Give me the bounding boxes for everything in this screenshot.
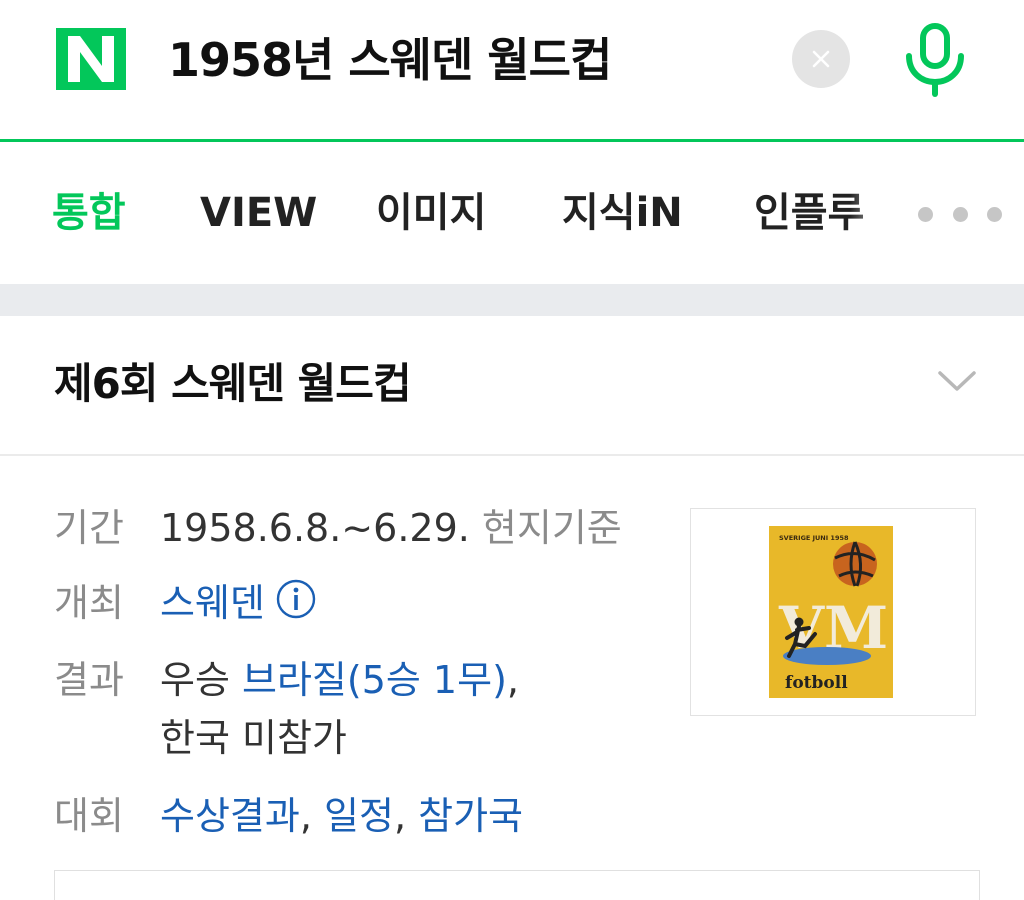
row-tournament: 대회 수상결과, 일정, 참가국	[54, 788, 523, 844]
poster-top-text: SVERIGE JUNI 1958	[779, 534, 849, 542]
section-divider	[0, 284, 1024, 316]
search-bar: 1958년 스웨덴 월드컵	[0, 0, 1024, 139]
period-label: 기간	[54, 506, 124, 550]
tab-integrated[interactable]: 통합	[52, 186, 126, 240]
host-link[interactable]: 스웨덴	[160, 581, 265, 625]
link-separator: ,	[393, 794, 419, 838]
clear-search-button[interactable]	[792, 30, 850, 88]
tab-images[interactable]: 이미지	[376, 186, 486, 240]
chevron-down-icon[interactable]	[936, 368, 978, 394]
period-note: 현지기준	[481, 506, 622, 550]
tab-view[interactable]: VIEW	[200, 186, 317, 240]
result-prefix: 우승	[160, 658, 230, 702]
next-section-box	[54, 870, 980, 900]
tab-fade	[850, 172, 910, 262]
result-comma: ,	[506, 658, 519, 702]
info-icon[interactable]	[275, 578, 317, 620]
row-period: 기간 1958.6.8.~6.29. 현지기준	[54, 500, 622, 556]
poster-image: SVERIGE JUNI 1958 VM fotboll	[769, 526, 893, 698]
voice-search-button[interactable]	[902, 22, 968, 98]
info-section: 기간 1958.6.8.~6.29. 현지기준 개최 스웨덴 결과 우승 브라질(5승…	[0, 456, 1024, 900]
result-label: 결과	[54, 658, 124, 702]
card-title: 제6회 스웨덴 월드컵	[54, 359, 412, 408]
tournament-label: 대회	[54, 794, 124, 838]
period-value: 1958.6.8.~6.29.	[160, 506, 470, 550]
row-result-line2: 한국 미참가	[160, 710, 347, 766]
close-icon	[812, 50, 830, 68]
card-header[interactable]: 제6회 스웨덴 월드컵	[0, 316, 1024, 456]
schedule-link[interactable]: 일정	[324, 794, 394, 838]
tab-influencer[interactable]: 인플루	[754, 186, 864, 240]
winner-link[interactable]: 브라질(5승 1무)	[242, 658, 507, 702]
tab-knowledge-in[interactable]: 지식iN	[562, 186, 683, 240]
awards-link[interactable]: 수상결과	[160, 794, 300, 838]
more-icon	[918, 206, 933, 222]
search-input[interactable]: 1958년 스웨덴 월드컵	[168, 28, 612, 92]
poster-bottom-text: fotboll	[785, 673, 848, 693]
row-host: 개최 스웨덴	[54, 575, 317, 631]
mic-icon	[906, 23, 964, 97]
naver-logo-icon[interactable]	[56, 28, 126, 90]
tab-bar: 통합 VIEW 이미지 지식iN 인플루	[0, 142, 1024, 284]
poster-thumbnail[interactable]: SVERIGE JUNI 1958 VM fotboll	[690, 508, 976, 716]
row-result: 결과 우승 브라질(5승 1무),	[54, 652, 519, 708]
link-separator: ,	[299, 794, 325, 838]
host-label: 개최	[54, 581, 124, 625]
more-tabs-button[interactable]	[918, 202, 1002, 226]
participants-link[interactable]: 참가국	[418, 794, 523, 838]
result-line2: 한국 미참가	[160, 716, 347, 760]
